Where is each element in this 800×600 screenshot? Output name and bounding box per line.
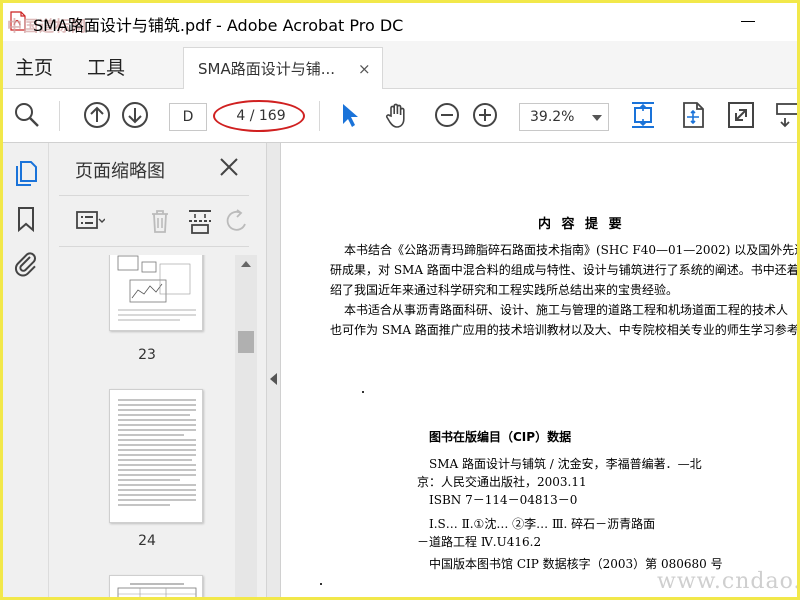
cip-line: ISBN 7－114－04813－0 (429, 493, 578, 507)
document-tab-label: SMA路面设计与铺... (198, 60, 336, 78)
document-view[interactable]: 内 容 提 要 本书结合《公路沥青玛蹄脂碎石路面技术指南》(SHC F40—01… (282, 143, 800, 597)
hand-tool-button[interactable] (381, 99, 413, 131)
thumbnail-list: 23 24 (59, 255, 235, 597)
thumbnail-page-24[interactable] (109, 389, 203, 523)
summary-heading: 内 容 提 要 (538, 217, 625, 232)
minus-circle-icon (435, 103, 459, 127)
close-icon (220, 158, 238, 176)
thumbnails-panel: 页面缩略图 23 24 (49, 143, 267, 597)
arrow-down-circle-icon (122, 102, 148, 128)
summary-line: 本书适合从事沥青路面科研、设计、施工与管理的道路工程和机场道面工程的技术人 (344, 303, 789, 317)
chevron-down-icon (592, 115, 602, 121)
panel-toolbar (59, 195, 249, 247)
app-window: 中国道标网 SMA路面设计与铺筑.pdf - Adobe Acrobat Pro… (0, 0, 800, 600)
tab-tools[interactable]: 工具 (87, 53, 125, 80)
table-page-preview (117, 583, 197, 597)
summary-line: 本书结合《公路沥青玛蹄脂碎石路面技术指南》(SHC F40—01—2002) 以… (344, 243, 800, 257)
cip-line: SMA 路面设计与铺筑 / 沈金安，李福普编著．—北 (429, 457, 702, 471)
next-page-button[interactable] (119, 99, 151, 131)
cip-line: Ⅰ.S… Ⅱ.①沈… ②李… Ⅲ. 碎石－沥青路面 (429, 517, 656, 531)
speck (362, 391, 364, 393)
summary-line: 也可作为 SMA 路面推广应用的技术培训教材以及大、中专院校相关专业的师生学习参… (330, 323, 800, 337)
cip-title: 图书在版编目（CIP）数据 (429, 430, 572, 444)
cip-line: －道路工程 Ⅳ.U416.2 (417, 535, 542, 549)
summary-line: 绍了我国近年来通过科学研究和工程实践所总结出来的宝贵经验。 (330, 283, 679, 297)
main-toolbar: D 4 / 169 39.2% (3, 89, 797, 143)
left-rail (3, 143, 49, 597)
expand-icon (728, 102, 754, 128)
attachments-button[interactable] (12, 249, 40, 277)
scroll-up-icon[interactable] (241, 261, 251, 267)
speck (320, 583, 322, 585)
rotate-view-button[interactable] (677, 99, 709, 131)
insert-pages-button[interactable] (185, 206, 215, 236)
zoom-out-button[interactable] (431, 99, 463, 131)
panel-title: 页面缩略图 (75, 161, 165, 182)
close-tab-button[interactable]: × (358, 60, 371, 78)
watermark-bottom-right: www.cndao.com (657, 569, 797, 594)
zoom-in-button[interactable] (469, 99, 501, 131)
window-title: SMA路面设计与铺筑.pdf - Adobe Acrobat Pro DC (33, 16, 404, 35)
fit-page-icon (632, 102, 654, 128)
page-move-icon (683, 102, 704, 128)
document-tab[interactable]: SMA路面设计与铺... × (183, 47, 383, 89)
search-icon (15, 103, 39, 127)
plus-circle-icon (473, 103, 497, 127)
panel-collapse-handle[interactable] (267, 143, 281, 597)
rotate-icon (226, 209, 246, 231)
minimize-button[interactable] (733, 9, 763, 35)
previous-page-button[interactable] (81, 99, 113, 131)
bookmarks-button[interactable] (12, 205, 40, 233)
page-number-input[interactable]: D (169, 103, 207, 131)
toolbar-divider (59, 101, 60, 131)
delete-pages-button[interactable] (145, 206, 175, 236)
chart-figure-icon (117, 255, 196, 321)
select-tool-button[interactable] (333, 99, 365, 131)
thumbnail-label: 24 (138, 533, 156, 549)
chevron-left-icon (270, 373, 277, 385)
trash-icon (152, 210, 168, 233)
arrow-up-circle-icon (84, 102, 110, 128)
cip-line: 京：人民交通出版社，2003.11 (417, 475, 587, 489)
options-menu-button[interactable] (75, 206, 106, 236)
highlight-circle-annotation (213, 100, 305, 132)
toolbar-divider (319, 101, 320, 131)
paperclip-icon (15, 252, 36, 277)
cursor-arrow-icon (343, 104, 358, 127)
title-bar: 中国道标网 SMA路面设计与铺筑.pdf - Adobe Acrobat Pro… (3, 3, 797, 41)
full-screen-button[interactable] (725, 99, 757, 131)
summary-line: 研成果，对 SMA 路面中混合料的组成与特性、设计与铺筑进行了系统的阐述。书中还… (330, 263, 800, 277)
hand-icon (386, 103, 405, 128)
zoom-value: 39.2% (530, 109, 575, 125)
rotate-pages-button[interactable] (223, 206, 253, 236)
thumbnail-label: 23 (138, 347, 156, 363)
zoom-dropdown[interactable]: 39.2% (519, 103, 609, 131)
close-panel-button[interactable] (217, 155, 241, 179)
options-list-icon (76, 211, 106, 229)
more-tools-button[interactable] (775, 99, 797, 131)
search-button[interactable] (11, 99, 43, 131)
read-mode-icon (776, 103, 797, 128)
fit-page-button[interactable] (627, 99, 659, 131)
tab-home[interactable]: 主页 (15, 53, 53, 80)
bookmark-icon (18, 207, 34, 233)
scrollbar-thumb[interactable] (238, 331, 254, 353)
thumbnail-page-25[interactable] (109, 575, 203, 597)
text-page-preview (118, 399, 196, 506)
copy-pages-icon (16, 161, 37, 186)
page-thumbnails-button[interactable] (12, 159, 40, 187)
thumbnail-page-23[interactable] (109, 255, 203, 331)
insert-page-icon (189, 210, 211, 234)
thumbnail-scrollbar[interactable] (235, 255, 257, 597)
tab-row: 主页 工具 SMA路面设计与铺... × (3, 41, 797, 89)
